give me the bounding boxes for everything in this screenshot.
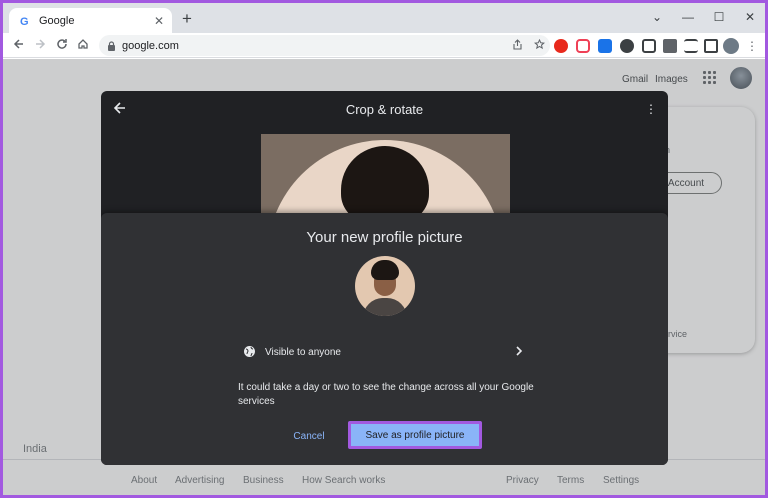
translate-extension-icon[interactable]: [598, 39, 612, 53]
tab-strip: G Google ✕ + ⌄ — ☐ ✕: [3, 3, 765, 33]
google-page: Gmail Images in Account ervice India Abo…: [3, 59, 765, 495]
tab-close-icon[interactable]: ✕: [150, 14, 168, 28]
reload-icon[interactable]: [52, 35, 72, 55]
send-extension-icon[interactable]: [642, 39, 656, 53]
chevron-right-icon: [513, 345, 527, 359]
back-icon[interactable]: [9, 35, 29, 55]
profile-picture-confirm-panel: Your new profile picture Visible to anyo…: [101, 213, 668, 465]
home-icon[interactable]: [73, 35, 93, 55]
google-favicon-icon: G: [18, 14, 32, 28]
globe-icon: [243, 345, 257, 359]
pocket-extension-icon[interactable]: [576, 39, 590, 53]
opera-extension-icon[interactable]: [554, 39, 568, 53]
tab-google[interactable]: G Google ✕: [9, 8, 172, 33]
address-bar[interactable]: google.com: [99, 35, 550, 56]
crop-dialog-title: Crop & rotate: [345, 102, 424, 117]
propagation-note: It could take a day or two to see the ch…: [238, 382, 534, 407]
avatar-shirt: [363, 298, 407, 316]
save-as-profile-picture-button[interactable]: Save as profile picture: [348, 421, 482, 449]
browser-menu-icon[interactable]: ⋮: [746, 38, 758, 54]
share-icon[interactable]: [506, 38, 528, 53]
save-button-label: Save as profile picture: [365, 429, 465, 441]
new-tab-button[interactable]: +: [177, 9, 197, 29]
svg-text:G: G: [20, 16, 29, 27]
url-text: google.com: [122, 39, 179, 52]
cancel-button[interactable]: Cancel: [285, 427, 333, 447]
tab-search-icon[interactable]: ⌄: [644, 7, 670, 27]
confirm-title: Your new profile picture: [306, 229, 463, 246]
photo-hair: [341, 146, 429, 222]
visibility-label: Visible to anyone: [265, 346, 341, 358]
more-options-icon[interactable]: ⋮: [645, 101, 657, 117]
tab-title: Google: [39, 14, 75, 27]
minimize-icon[interactable]: —: [675, 7, 701, 27]
puzzle-extension-icon[interactable]: [663, 39, 677, 53]
browser-window: G Google ✕ + ⌄ — ☐ ✕ google.com ⋮ Gmail …: [3, 3, 765, 495]
avatar-hair: [371, 260, 399, 280]
lock-icon: [107, 40, 116, 51]
incognito-extension-icon[interactable]: [620, 39, 634, 53]
new-profile-picture: [355, 256, 415, 316]
reading-list-icon[interactable]: [684, 39, 698, 53]
bookmark-star-icon[interactable]: [528, 38, 550, 53]
maximize-icon[interactable]: ☐: [706, 7, 732, 27]
crop-rotate-dialog: Crop & rotate ⋮ Your new profile picture: [101, 91, 668, 465]
visibility-setting[interactable]: Visible to anyone: [238, 337, 533, 367]
browser-toolbar: google.com ⋮: [3, 33, 765, 58]
close-window-icon[interactable]: ✕: [737, 7, 763, 27]
forward-icon[interactable]: [30, 35, 50, 55]
profile-avatar-icon[interactable]: [723, 38, 739, 54]
side-panel-icon[interactable]: [704, 39, 718, 53]
